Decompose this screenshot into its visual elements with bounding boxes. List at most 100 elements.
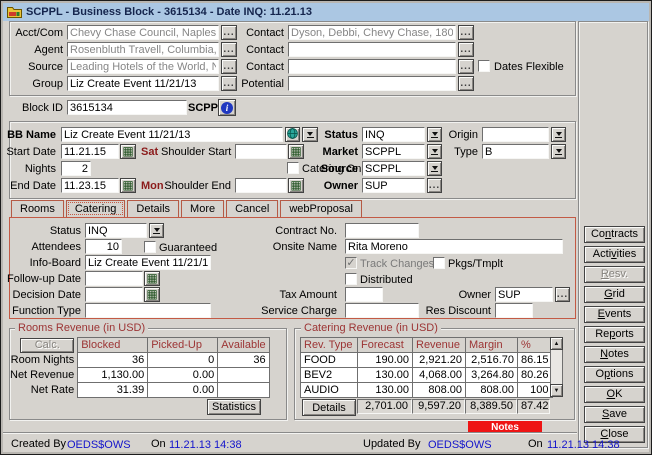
source-label: Source (9, 60, 63, 74)
origin-dropdown-button[interactable] (551, 127, 566, 142)
contact1-field[interactable] (288, 25, 456, 40)
catering-only-checkbox[interactable] (287, 162, 299, 174)
contact2-lookup-button[interactable]: ... (458, 42, 474, 57)
onsite-name-field[interactable] (345, 239, 563, 254)
end-date-calendar-button[interactable]: ▦ (120, 178, 136, 193)
notes-button[interactable]: Notes (584, 346, 645, 363)
shoulder-start-field[interactable] (235, 144, 287, 159)
column-header-blocked: Blocked (78, 338, 148, 353)
ellipsis-icon: ... (557, 289, 568, 300)
property-info-button[interactable]: i (218, 99, 236, 116)
grid-button[interactable]: Grid (584, 286, 645, 303)
tab-catering[interactable]: Catering (66, 200, 126, 217)
nights-field[interactable] (61, 161, 91, 176)
contact3-field[interactable] (288, 59, 456, 74)
contact2-label: Contact (231, 43, 284, 57)
tab-rooms[interactable]: Rooms (11, 200, 64, 217)
statistics-button[interactable]: Statistics (207, 399, 261, 415)
pkgs-tmplt-checkbox[interactable] (433, 257, 445, 269)
info-board-field[interactable] (85, 255, 211, 270)
bb-name-field[interactable] (61, 127, 283, 142)
catering-status-field[interactable] (85, 223, 147, 238)
cell-value: 130.00 (358, 368, 413, 383)
scroll-down-button[interactable]: ▼ (550, 384, 563, 397)
catering-status-dropdown-button[interactable] (149, 223, 164, 238)
end-date-field[interactable] (61, 178, 119, 193)
dropdown-underline (555, 137, 562, 138)
status-field[interactable] (362, 127, 425, 142)
origin-field[interactable] (482, 127, 549, 142)
decision-date-field[interactable] (85, 287, 143, 302)
contact1-lookup-button[interactable]: ... (458, 25, 474, 40)
potential-field[interactable] (288, 76, 456, 91)
save-button[interactable]: Save (584, 406, 645, 423)
start-date-calendar-button[interactable]: ▦ (120, 144, 136, 159)
contract-no-field[interactable] (345, 223, 419, 238)
decision-calendar-button[interactable]: ▦ (144, 287, 160, 302)
catering-owner-lookup-button[interactable]: ... (555, 287, 570, 302)
catering-owner-field[interactable] (495, 287, 553, 302)
shoulder-end-calendar-button[interactable]: ▦ (288, 178, 304, 193)
service-charge-field[interactable] (345, 303, 419, 318)
events-button[interactable]: Events (584, 306, 645, 323)
market-field[interactable] (362, 144, 425, 159)
start-date-field[interactable] (61, 144, 119, 159)
owner-lookup-button[interactable]: ... (427, 178, 442, 193)
followup-date-field[interactable] (85, 271, 143, 286)
updated-on-label: On (528, 437, 543, 451)
reports-button[interactable]: Reports (584, 326, 645, 343)
rev-type: FOOD (301, 353, 358, 368)
potential-lookup-button[interactable]: ... (458, 76, 474, 91)
bb-source-dropdown-button[interactable] (427, 161, 442, 176)
tax-amount-field[interactable] (345, 287, 383, 302)
attendees-field[interactable] (85, 239, 122, 254)
table-row[interactable]: FOOD 190.00 2,921.20 2,516.70 86.15 (301, 353, 553, 368)
translate-globe-button[interactable] (285, 127, 300, 142)
tax-amount-label: Tax Amount (255, 288, 337, 302)
total-forecast: 2,701.00 (357, 399, 412, 414)
cell-value: 0.00 (148, 383, 218, 398)
guaranteed-checkbox[interactable] (144, 241, 156, 253)
calendar-icon: ▦ (146, 287, 157, 301)
contact2-field[interactable] (288, 42, 456, 57)
group-label: Group (9, 77, 63, 91)
bb-source-field[interactable] (362, 161, 425, 176)
shoulder-end-field[interactable] (235, 178, 287, 193)
cell-value (218, 368, 269, 383)
attendees-label: Attendees (3, 240, 81, 254)
ok-button[interactable]: OK (584, 386, 645, 403)
tab-webproposal[interactable]: webProposal (280, 200, 362, 217)
dates-flexible-checkbox[interactable] (478, 60, 490, 72)
details-button[interactable]: Details (302, 399, 356, 416)
activities-button[interactable]: Activities (584, 246, 645, 263)
followup-calendar-button[interactable]: ▦ (144, 271, 160, 286)
owner-field[interactable] (362, 178, 425, 193)
tab-more[interactable]: More (181, 200, 224, 217)
scrollbar-track[interactable] (550, 350, 563, 384)
res-discount-label: Res Discount (421, 304, 491, 318)
cell-value: 190.00 (358, 353, 413, 368)
table-row[interactable]: AUDIO 130.00 808.00 808.00 100 (301, 383, 553, 398)
acct-com-field[interactable] (67, 25, 219, 40)
globe-icon (287, 128, 298, 139)
group-field[interactable] (67, 76, 219, 91)
cell-value: 808.00 (413, 383, 466, 398)
contracts-button[interactable]: Contracts (584, 226, 645, 243)
scroll-up-button[interactable]: ▲ (550, 337, 563, 350)
type-dropdown-button[interactable] (551, 144, 566, 159)
end-date-label: End Date (1, 179, 56, 193)
tab-cancel[interactable]: Cancel (226, 200, 278, 217)
agent-field[interactable] (67, 42, 219, 57)
function-type-field[interactable] (85, 303, 211, 318)
ellipsis-icon: ... (460, 27, 471, 38)
options-button[interactable]: Options (584, 366, 645, 383)
distributed-checkbox[interactable] (345, 273, 357, 285)
contact3-lookup-button[interactable]: ... (458, 59, 474, 74)
distributed-label: Distributed (360, 273, 413, 287)
shoulder-start-calendar-button[interactable]: ▦ (288, 144, 304, 159)
type-field[interactable] (482, 144, 549, 159)
table-row[interactable]: BEV2 130.00 4,068.00 3,264.80 80.26 (301, 368, 553, 383)
tab-details[interactable]: Details (127, 200, 179, 217)
res-discount-field[interactable] (495, 303, 533, 318)
source-field[interactable] (67, 59, 219, 74)
